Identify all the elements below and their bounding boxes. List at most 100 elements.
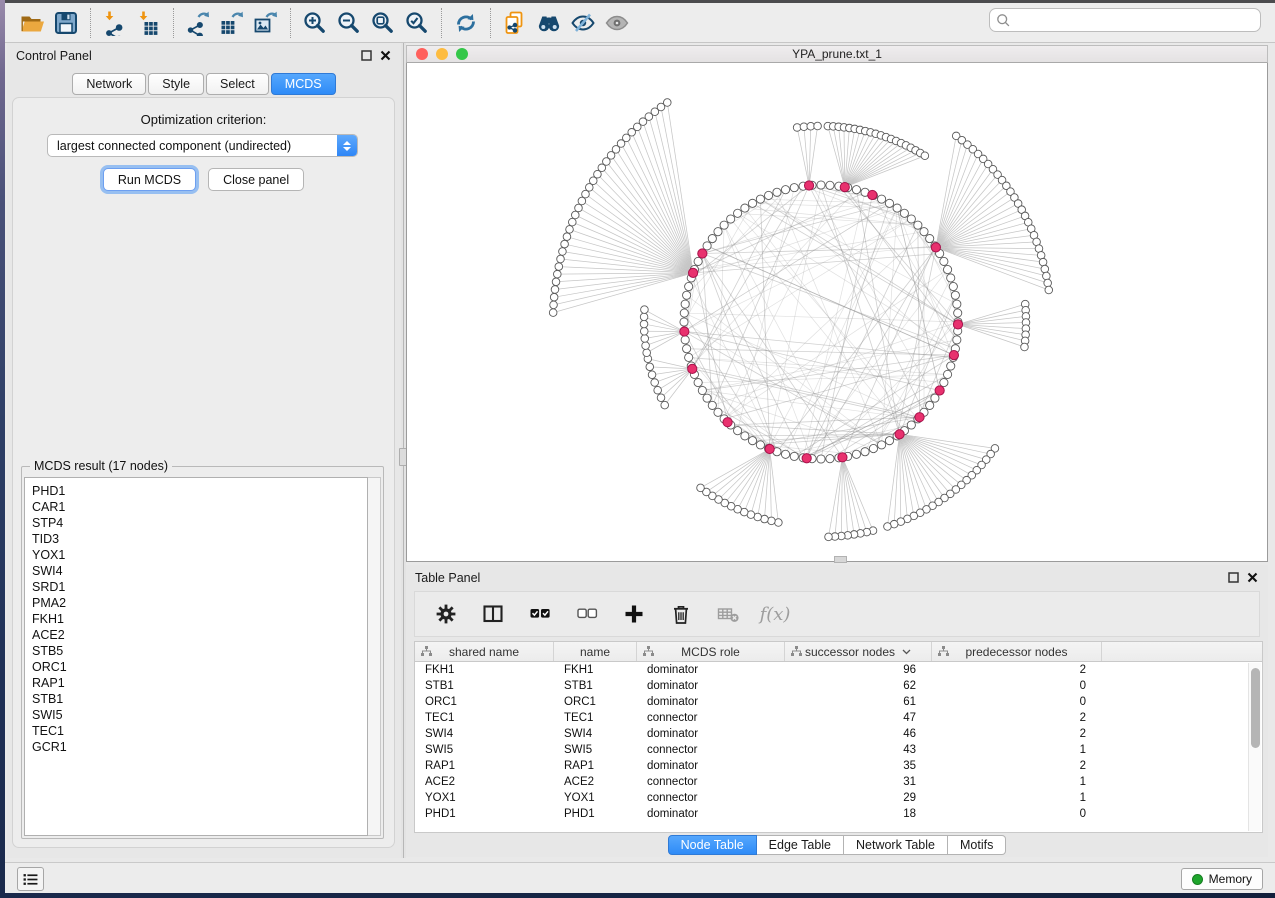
table-row[interactable]: SWI5SWI5connector431 (415, 742, 1262, 758)
column-header-predecessor-nodes[interactable]: predecessor nodes (932, 642, 1102, 661)
cell: SWI5 (415, 742, 554, 758)
tab-node-table[interactable]: Node Table (668, 835, 757, 855)
table-toolbar: f(x) (414, 591, 1260, 637)
cell: 61 (785, 694, 932, 710)
mcds-node-item[interactable]: STB5 (32, 643, 367, 659)
function-builder-icon: f(x) (760, 604, 791, 625)
shared-column-icon (643, 646, 654, 657)
mcds-node-item[interactable]: SWI5 (32, 707, 367, 723)
table-row[interactable]: ACE2ACE2connector311 (415, 774, 1262, 790)
scrollbar-thumb[interactable] (1251, 668, 1260, 748)
zoom-out-button[interactable] (332, 6, 366, 40)
cell: ACE2 (415, 774, 554, 790)
mcds-node-item[interactable]: FKH1 (32, 611, 367, 627)
toolbar-separator (290, 8, 291, 38)
cell: PHD1 (554, 806, 637, 822)
import-network-button[interactable] (98, 6, 132, 40)
search-field[interactable] (989, 8, 1261, 32)
hide-selected-button[interactable] (566, 6, 600, 40)
mcds-node-item[interactable]: TID3 (32, 531, 367, 547)
mcds-node-item[interactable]: YOX1 (32, 547, 367, 563)
tab-select[interactable]: Select (206, 73, 269, 95)
cell: 47 (785, 710, 932, 726)
table-row[interactable]: ORC1ORC1dominator610 (415, 694, 1262, 710)
delete-column-icon (669, 602, 693, 626)
table-row[interactable]: TEC1TEC1connector472 (415, 710, 1262, 726)
open-file-button[interactable] (15, 6, 49, 40)
tab-mcds[interactable]: MCDS (271, 73, 336, 95)
cell: 1 (932, 774, 1102, 790)
split-panel-button[interactable] (480, 601, 506, 627)
shared-column-icon (421, 646, 432, 657)
memory-button[interactable]: Memory (1181, 868, 1263, 890)
table-scrollbar[interactable] (1248, 663, 1261, 831)
show-all-button[interactable] (600, 6, 634, 40)
column-header-MCDS-role[interactable]: MCDS role (637, 642, 785, 661)
tab-motifs[interactable]: Motifs (948, 835, 1006, 855)
mcds-node-item[interactable]: STP4 (32, 515, 367, 531)
network-canvas[interactable] (406, 63, 1268, 562)
import-table-button[interactable] (132, 6, 166, 40)
zoom-in-button[interactable] (298, 6, 332, 40)
mcds-node-item[interactable]: TEC1 (32, 723, 367, 739)
mcds-list-scrollbar[interactable] (368, 477, 381, 836)
table-row[interactable]: STB1STB1dominator620 (415, 678, 1262, 694)
table-body: FKH1FKH1dominator962STB1STB1dominator620… (415, 662, 1262, 822)
run-mcds-button[interactable]: Run MCDS (103, 168, 196, 191)
mcds-node-item[interactable]: SRD1 (32, 579, 367, 595)
table-row[interactable]: YOX1YOX1connector291 (415, 790, 1262, 806)
delete-column-button[interactable] (668, 601, 694, 627)
mcds-node-item[interactable]: SWI4 (32, 563, 367, 579)
export-image-button[interactable] (249, 6, 283, 40)
mcds-node-item[interactable]: ACE2 (32, 627, 367, 643)
close-panel-button[interactable]: Close panel (208, 168, 304, 191)
table-row[interactable]: FKH1FKH1dominator962 (415, 662, 1262, 678)
deselect-all-icon (575, 602, 599, 626)
close-table-panel-icon[interactable] (1247, 572, 1258, 583)
cell: ACE2 (554, 774, 637, 790)
mcds-result-list[interactable]: PHD1CAR1STP4TID3YOX1SWI4SRD1PMA2FKH1ACE2… (24, 477, 368, 836)
float-panel-icon[interactable] (361, 50, 372, 61)
zoom-fit-button[interactable] (366, 6, 400, 40)
save-session-button[interactable] (49, 6, 83, 40)
clone-network-button[interactable] (498, 6, 532, 40)
tab-network-table[interactable]: Network Table (844, 835, 948, 855)
table-row[interactable]: PHD1PHD1dominator180 (415, 806, 1262, 822)
search-network-button[interactable] (532, 6, 566, 40)
mcds-node-item[interactable]: GCR1 (32, 739, 367, 755)
add-column-button[interactable] (621, 601, 647, 627)
mcds-node-item[interactable]: CAR1 (32, 499, 367, 515)
settings-gear-button[interactable] (433, 601, 459, 627)
horizontal-splitter-grip[interactable] (834, 556, 847, 563)
select-all-button[interactable] (527, 601, 553, 627)
task-history-button[interactable] (17, 867, 44, 891)
tab-edge-table[interactable]: Edge Table (757, 835, 844, 855)
export-network-button[interactable] (181, 6, 215, 40)
criterion-dropdown[interactable]: largest connected component (undirected) (47, 134, 358, 157)
cell: 2 (932, 726, 1102, 742)
export-table-button[interactable] (215, 6, 249, 40)
mcds-node-item[interactable]: STB1 (32, 691, 367, 707)
column-header-successor-nodes[interactable]: successor nodes (785, 642, 932, 661)
column-header-name[interactable]: name (554, 642, 637, 661)
mcds-node-item[interactable]: ORC1 (32, 659, 367, 675)
table-row[interactable]: RAP1RAP1dominator352 (415, 758, 1262, 774)
zoom-selected-button[interactable] (400, 6, 434, 40)
mcds-node-item[interactable]: RAP1 (32, 675, 367, 691)
mcds-node-item[interactable]: PHD1 (32, 483, 367, 499)
float-table-panel-icon[interactable] (1228, 572, 1239, 583)
toolbar-separator (441, 8, 442, 38)
cell: 31 (785, 774, 932, 790)
tab-style[interactable]: Style (148, 73, 204, 95)
close-panel-icon[interactable] (380, 50, 391, 61)
table-row[interactable]: SWI4SWI4dominator462 (415, 726, 1262, 742)
refresh-button[interactable] (449, 6, 483, 40)
deselect-all-button[interactable] (574, 601, 600, 627)
optimization-criterion-label: Optimization criterion: (13, 112, 394, 127)
mcds-node-item[interactable]: PMA2 (32, 595, 367, 611)
cell: RAP1 (415, 758, 554, 774)
network-graph[interactable] (407, 63, 1267, 560)
column-header-shared-name[interactable]: shared name (415, 642, 554, 661)
search-input[interactable] (1015, 13, 1254, 27)
tab-network[interactable]: Network (72, 73, 146, 95)
